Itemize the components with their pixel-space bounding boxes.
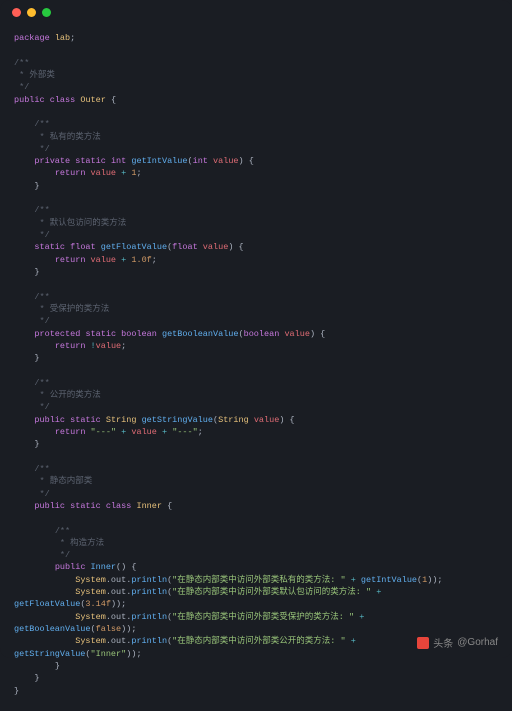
method: getIntValue [131,156,187,166]
keyword: class [106,501,132,511]
string: "在静态内部类中访问外部类公开的类方法: " [172,636,345,646]
keyword: static [75,156,106,166]
method: getStringValue [14,649,85,659]
keyword: private [34,156,70,166]
code-area: package lab; /** * 外部类 */ public class O… [0,24,512,711]
bool: false [96,624,122,634]
type: float [70,242,96,252]
keyword: return [55,341,86,351]
type: boolean [244,329,280,339]
string: "在静态内部类中访问外部类私有的类方法: " [172,575,345,585]
titlebar [0,0,512,24]
package-name: lab [55,33,70,43]
class-name: Inner [136,501,162,511]
comment: 默认包访问的类方法 [50,218,127,228]
toutiao-icon [417,637,429,649]
keyword: return [55,427,86,437]
method: getBooleanValue [162,329,239,339]
keyword: package [14,33,50,43]
param: value [203,242,229,252]
watermark-handle: @Gorhaf [457,637,498,648]
editor-window: package lab; /** * 外部类 */ public class O… [0,0,512,658]
method: getIntValue [361,575,417,585]
comment: 构造方法 [70,538,104,548]
comment: 公开的类方法 [50,390,101,400]
keyword: return [55,168,86,178]
param: value [284,329,310,339]
type: float [172,242,198,252]
string: "---" [91,427,117,437]
close-icon[interactable] [12,8,21,17]
keyword: static [34,242,65,252]
keyword: public [14,95,45,105]
type: int [193,156,208,166]
method: getBooleanValue [14,624,91,634]
constructor: Inner [91,562,117,572]
keyword: public [34,501,65,511]
type: String [106,415,137,425]
param: value [254,415,280,425]
type: String [218,415,249,425]
method: getFloatValue [14,599,80,609]
keyword: return [55,255,86,265]
watermark: 头条 @Gorhaf [417,635,498,650]
maximize-icon[interactable] [42,8,51,17]
keyword: static [70,501,101,511]
comment: 静态内部类 [50,476,93,486]
type: boolean [121,329,157,339]
number: 3.14f [85,599,111,609]
minimize-icon[interactable] [27,8,36,17]
method: getFloatValue [101,242,167,252]
comment: 私有的类方法 [50,132,101,142]
comment: 受保护的类方法 [50,304,110,314]
keyword: class [50,95,76,105]
keyword: public [55,562,86,572]
method: getStringValue [142,415,213,425]
keyword: protected [34,329,80,339]
type: int [111,156,126,166]
comment: 外部类 [29,70,55,80]
keyword: static [85,329,116,339]
string: "---" [172,427,198,437]
string: "在静态内部类中访问外部类默认包访问的类方法: " [172,587,371,597]
class-name: Outer [80,95,106,105]
keyword: public [34,415,65,425]
string: "Inner" [91,649,127,659]
keyword: static [70,415,101,425]
watermark-prefix: 头条 [433,635,453,650]
param: value [213,156,239,166]
string: "在静态内部类中访问外部类受保护的类方法: " [172,612,354,622]
number: 1.0f [131,255,151,265]
